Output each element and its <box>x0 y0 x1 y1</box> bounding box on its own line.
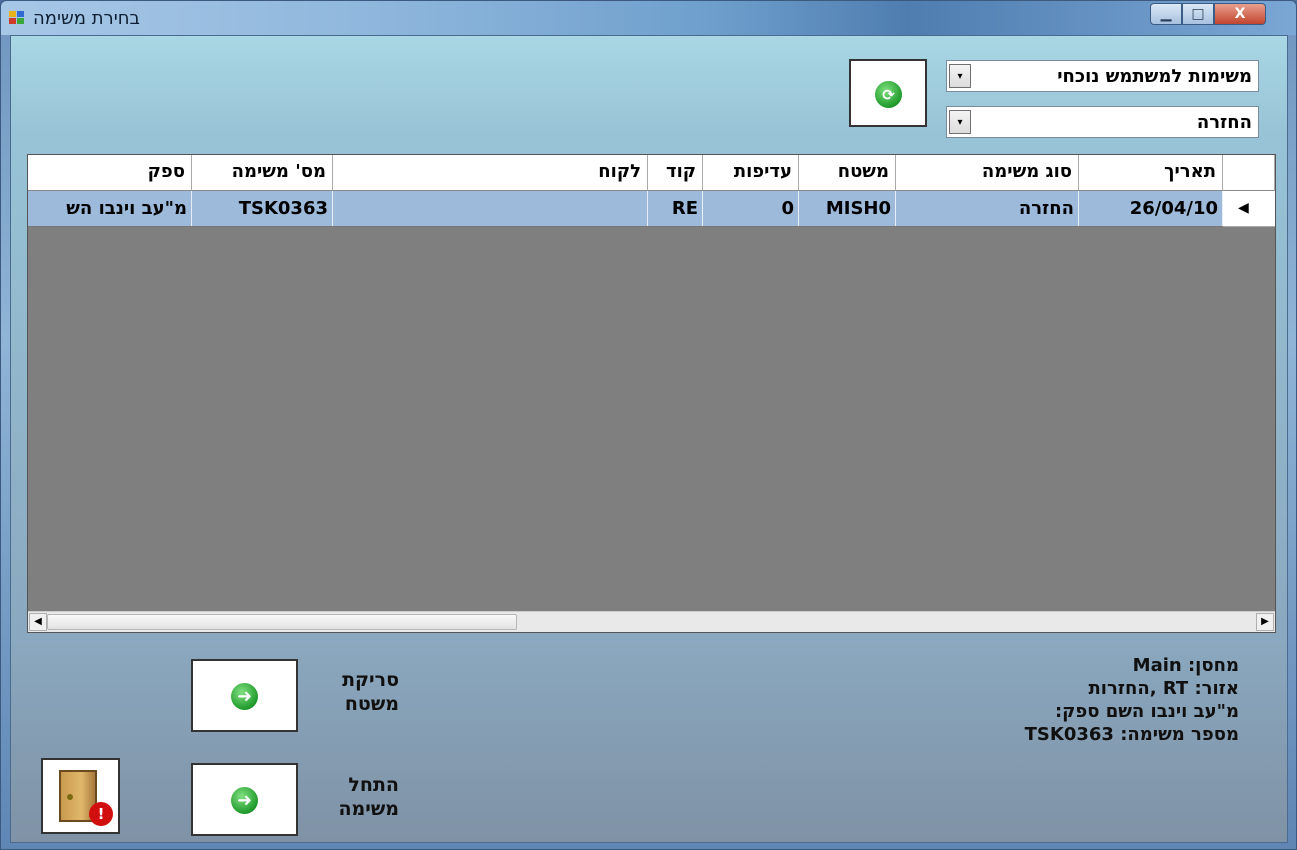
cell-priority: 0 <box>703 191 799 226</box>
column-header-supplier[interactable]: ספק <box>28 155 192 191</box>
warehouse-info: מחסן: Main <box>1132 655 1239 676</box>
maximize-button[interactable]: □ <box>1182 3 1214 25</box>
supplier-info: מ"עב וינבו השם ספק: <box>1054 701 1239 722</box>
cell-customer <box>333 191 648 226</box>
scroll-left-icon[interactable]: ◀ <box>29 613 47 631</box>
column-header-task-number[interactable]: מס' משימה <box>192 155 333 191</box>
row-selector[interactable]: ◀ <box>1223 191 1275 227</box>
table-row[interactable]: מ"עב וינבו הש TSK0363 RE 0 MISH0 החזרה 2… <box>28 191 1223 227</box>
tasks-grid[interactable]: ספק מס' משימה לקוח קוד עדיפות משטח סוג מ… <box>27 154 1276 633</box>
cell-supplier: מ"עב וינבו הש <box>28 191 192 226</box>
stop-badge-icon: ! <box>89 802 113 826</box>
cell-task-number: TSK0363 <box>192 191 333 226</box>
chevron-down-icon[interactable]: ▾ <box>949 64 971 88</box>
column-header-date[interactable]: תאריך <box>1079 155 1223 191</box>
column-header-customer[interactable]: לקוח <box>333 155 648 191</box>
minimize-button[interactable]: ▁ <box>1150 3 1182 25</box>
scan-pallet-button[interactable]: ➜ <box>191 659 298 732</box>
refresh-icon: ⟳ <box>875 81 902 108</box>
task-type-dropdown[interactable]: החזרה ▾ <box>946 106 1259 138</box>
cell-date: 26/04/10 <box>1079 191 1223 226</box>
cell-task-type: החזרה <box>896 191 1079 226</box>
start-task-label: התחל משימה <box>338 774 399 820</box>
window-controls: ▁ □ X <box>1150 3 1266 25</box>
exit-button[interactable]: ! <box>41 758 120 834</box>
column-header-pallet[interactable]: משטח <box>799 155 896 191</box>
scan-pallet-label: סריקת משטח <box>342 669 399 715</box>
chevron-down-icon[interactable]: ▾ <box>949 110 971 134</box>
column-header-priority[interactable]: עדיפות <box>703 155 799 191</box>
task-number-info: מספר משימה: TSK0363 <box>1024 724 1239 745</box>
column-header-code[interactable]: קוד <box>648 155 703 191</box>
title-bar[interactable]: בחירת משימה ▁ □ X <box>1 1 1296 35</box>
app-window: בחירת משימה ▁ □ X משימות למשתמש נוכחי ▾ … <box>0 0 1297 850</box>
window-title: בחירת משימה <box>33 8 140 29</box>
scroll-right-icon[interactable]: ▶ <box>1256 613 1274 631</box>
client-area: משימות למשתמש נוכחי ▾ החזרה ▾ ⟳ ספק מס' … <box>10 35 1288 843</box>
task-list-value: משימות למשתמש נוכחי <box>1057 66 1252 87</box>
current-row-icon: ◀ <box>1238 200 1249 216</box>
column-header-task-type[interactable]: סוג משימה <box>896 155 1079 191</box>
horizontal-scrollbar[interactable]: ◀ ▶ <box>28 611 1275 632</box>
cell-code: RE <box>648 191 703 226</box>
start-task-button[interactable]: ➜ <box>191 763 298 836</box>
column-header-corner <box>1223 155 1275 191</box>
task-info-panel: מחסן: Main אזור: RT ,החזרות מ"עב וינבו ה… <box>1025 654 1239 746</box>
area-info: אזור: RT ,החזרות <box>1088 678 1240 699</box>
refresh-button[interactable]: ⟳ <box>849 59 927 127</box>
arrow-right-icon: ➜ <box>231 787 258 814</box>
close-button[interactable]: X <box>1214 3 1266 25</box>
scrollbar-thumb[interactable] <box>47 614 517 630</box>
task-type-value: החזרה <box>1196 112 1252 133</box>
arrow-right-icon: ➜ <box>231 683 258 710</box>
task-list-dropdown[interactable]: משימות למשתמש נוכחי ▾ <box>946 60 1259 92</box>
cell-pallet: MISH0 <box>799 191 896 226</box>
app-icon <box>9 11 24 24</box>
